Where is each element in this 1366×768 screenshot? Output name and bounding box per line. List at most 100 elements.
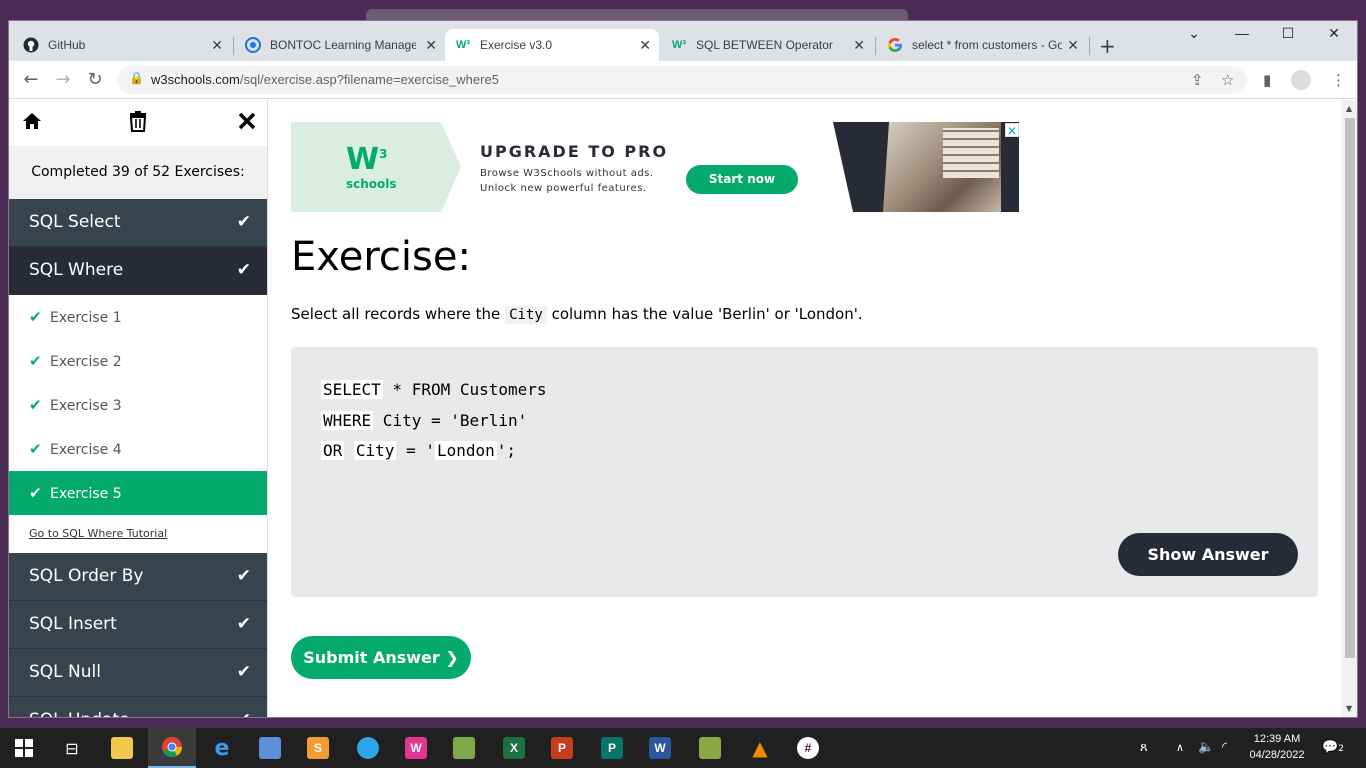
- answer-field-1[interactable]: SELECT: [321, 380, 383, 399]
- tab-separator: [875, 37, 876, 55]
- home-icon[interactable]: [21, 110, 43, 138]
- chevron-up-icon[interactable]: ∧: [1176, 728, 1184, 768]
- publisher-icon[interactable]: P: [588, 728, 636, 768]
- code-line-2: WHERE City = 'Berlin': [321, 411, 528, 430]
- tab-separator: [233, 37, 234, 55]
- tab-github[interactable]: GitHub ✕: [13, 29, 231, 61]
- app-icon[interactable]: [686, 728, 734, 768]
- w3schools-logo-text: schools: [346, 177, 397, 191]
- slack-icon[interactable]: #: [784, 728, 832, 768]
- sidebar-toolbar: [9, 100, 267, 146]
- menu-icon[interactable]: ⋮: [1331, 71, 1346, 89]
- address-bar[interactable]: 🔒 w3schools.com/sql/exercise.asp?filenam…: [117, 66, 1247, 94]
- exercise-item-2[interactable]: ✔ Exercise 2: [9, 339, 267, 383]
- start-button[interactable]: [0, 728, 48, 768]
- scrollbar-thumb[interactable]: [1345, 118, 1355, 658]
- control-panel-icon[interactable]: [246, 728, 294, 768]
- close-icon[interactable]: ✕: [853, 37, 865, 54]
- tab-bar: GitHub ✕ BONTOC Learning Managem ✕ W³ Ex…: [9, 21, 1357, 61]
- category-label: SQL Select: [29, 212, 121, 232]
- share-icon[interactable]: ⇪: [1191, 71, 1204, 89]
- app-icon[interactable]: [344, 728, 392, 768]
- star-icon[interactable]: ☆: [1221, 71, 1234, 89]
- code-editor: SELECT * FROM Customers WHERE City = 'Be…: [291, 347, 1318, 597]
- exercise-item-1[interactable]: ✔ Exercise 1: [9, 295, 267, 339]
- tab-label: select * from customers - Go: [912, 38, 1062, 52]
- w3schools-icon: W³: [455, 39, 471, 51]
- tab-label: Exercise v3.0: [480, 38, 553, 52]
- tab-sql-between[interactable]: W³ SQL BETWEEN Operator ✕: [661, 29, 873, 61]
- close-icon[interactable]: ✕: [1067, 37, 1079, 54]
- file-explorer-icon[interactable]: [98, 728, 146, 768]
- sublime-icon[interactable]: S: [294, 728, 342, 768]
- answer-field-4[interactable]: City: [353, 441, 397, 460]
- new-tab-button[interactable]: +: [1099, 34, 1116, 58]
- code-line-1: SELECT * FROM Customers: [321, 380, 547, 399]
- answer-field-5[interactable]: London: [434, 441, 497, 460]
- category-sql-insert[interactable]: SQL Insert ✔: [9, 601, 267, 649]
- tab-bontoc[interactable]: BONTOC Learning Managem ✕: [235, 29, 445, 61]
- exercise-label: Exercise 4: [50, 442, 122, 458]
- chrome-icon[interactable]: [148, 728, 196, 768]
- show-answer-button[interactable]: Show Answer: [1118, 533, 1298, 576]
- exercise-item-3[interactable]: ✔ Exercise 3: [9, 383, 267, 427]
- page-content: Completed 39 of 52 Exercises: SQL Select…: [9, 100, 1341, 717]
- page-scrollbar[interactable]: ▲ ▼: [1341, 100, 1357, 717]
- maximize-button[interactable]: ☐: [1265, 25, 1311, 42]
- exercise-item-4[interactable]: ✔ Exercise 4: [9, 427, 267, 471]
- category-sql-update[interactable]: SQL Update ✔: [9, 697, 267, 717]
- powerpoint-icon[interactable]: P: [538, 728, 586, 768]
- upgrade-ad-banner[interactable]: W3 schools UPGRADE TO PRO Browse W3Schoo…: [291, 122, 1019, 212]
- notification-count: 2: [1338, 744, 1344, 754]
- people-icon[interactable]: ጸ: [1140, 728, 1148, 768]
- tutorial-link[interactable]: Go to SQL Where Tutorial: [9, 515, 267, 553]
- exercise-label: Exercise 1: [50, 310, 122, 326]
- trash-icon[interactable]: [127, 110, 149, 138]
- tab-exercise[interactable]: W³ Exercise v3.0 ✕: [445, 29, 659, 61]
- forward-button[interactable]: →: [53, 69, 73, 90]
- close-icon[interactable]: ✕: [211, 37, 223, 54]
- system-clock[interactable]: 12:39 AM 04/28/2022: [1246, 731, 1308, 763]
- tab-search-button[interactable]: ⌄: [1171, 25, 1217, 42]
- code-line-3: OR City = ' London ';: [321, 441, 517, 460]
- close-icon[interactable]: ✕: [639, 37, 651, 54]
- answer-field-3[interactable]: OR: [321, 441, 345, 460]
- clock-date: 04/28/2022: [1249, 749, 1305, 761]
- checkmark-icon: ✔: [29, 308, 42, 326]
- checkmark-icon: ✔: [236, 614, 251, 634]
- start-now-button[interactable]: Start now: [686, 165, 798, 194]
- task-view-icon[interactable]: ⊟: [48, 728, 96, 768]
- exercise-label: Exercise 3: [50, 398, 122, 414]
- wamp-icon[interactable]: W: [392, 728, 440, 768]
- window-close-button[interactable]: ✕: [1311, 25, 1357, 42]
- close-icon[interactable]: ✕: [425, 37, 437, 54]
- answer-field-2[interactable]: WHERE: [321, 411, 374, 430]
- tab-google[interactable]: select * from customers - Go ✕: [877, 29, 1087, 61]
- vlc-icon[interactable]: ▲: [736, 728, 784, 768]
- page-title: Exercise:: [291, 234, 471, 280]
- close-icon[interactable]: [237, 110, 257, 138]
- wifi-icon[interactable]: ◜: [1222, 728, 1227, 768]
- moodle-icon: [245, 37, 261, 53]
- notepad-icon[interactable]: [440, 728, 488, 768]
- edge-icon[interactable]: e: [198, 728, 246, 768]
- notification-icon[interactable]: 💬2: [1322, 728, 1344, 768]
- category-sql-null[interactable]: SQL Null ✔: [9, 649, 267, 697]
- reload-button[interactable]: ↻: [85, 69, 105, 90]
- word-icon[interactable]: W: [636, 728, 684, 768]
- volume-icon[interactable]: 🔈: [1198, 728, 1214, 768]
- exercise-item-5[interactable]: ✔ Exercise 5: [9, 471, 267, 515]
- excel-icon[interactable]: X: [490, 728, 538, 768]
- category-sql-select[interactable]: SQL Select ✔: [9, 199, 267, 247]
- category-sql-where[interactable]: SQL Where ✔: [9, 247, 267, 295]
- submit-answer-button[interactable]: Submit Answer ❯: [291, 636, 471, 679]
- exercise-sidebar: Completed 39 of 52 Exercises: SQL Select…: [9, 100, 268, 717]
- minimize-button[interactable]: —: [1219, 25, 1265, 41]
- category-label: SQL Insert: [29, 614, 117, 634]
- ad-close-icon[interactable]: ✕: [1005, 123, 1019, 138]
- profile-avatar[interactable]: [1291, 70, 1311, 90]
- category-sql-order-by[interactable]: SQL Order By ✔: [9, 553, 267, 601]
- lock-icon: 🔒: [129, 71, 144, 85]
- back-button[interactable]: ←: [21, 69, 41, 90]
- side-panel-icon[interactable]: ▮: [1263, 71, 1271, 89]
